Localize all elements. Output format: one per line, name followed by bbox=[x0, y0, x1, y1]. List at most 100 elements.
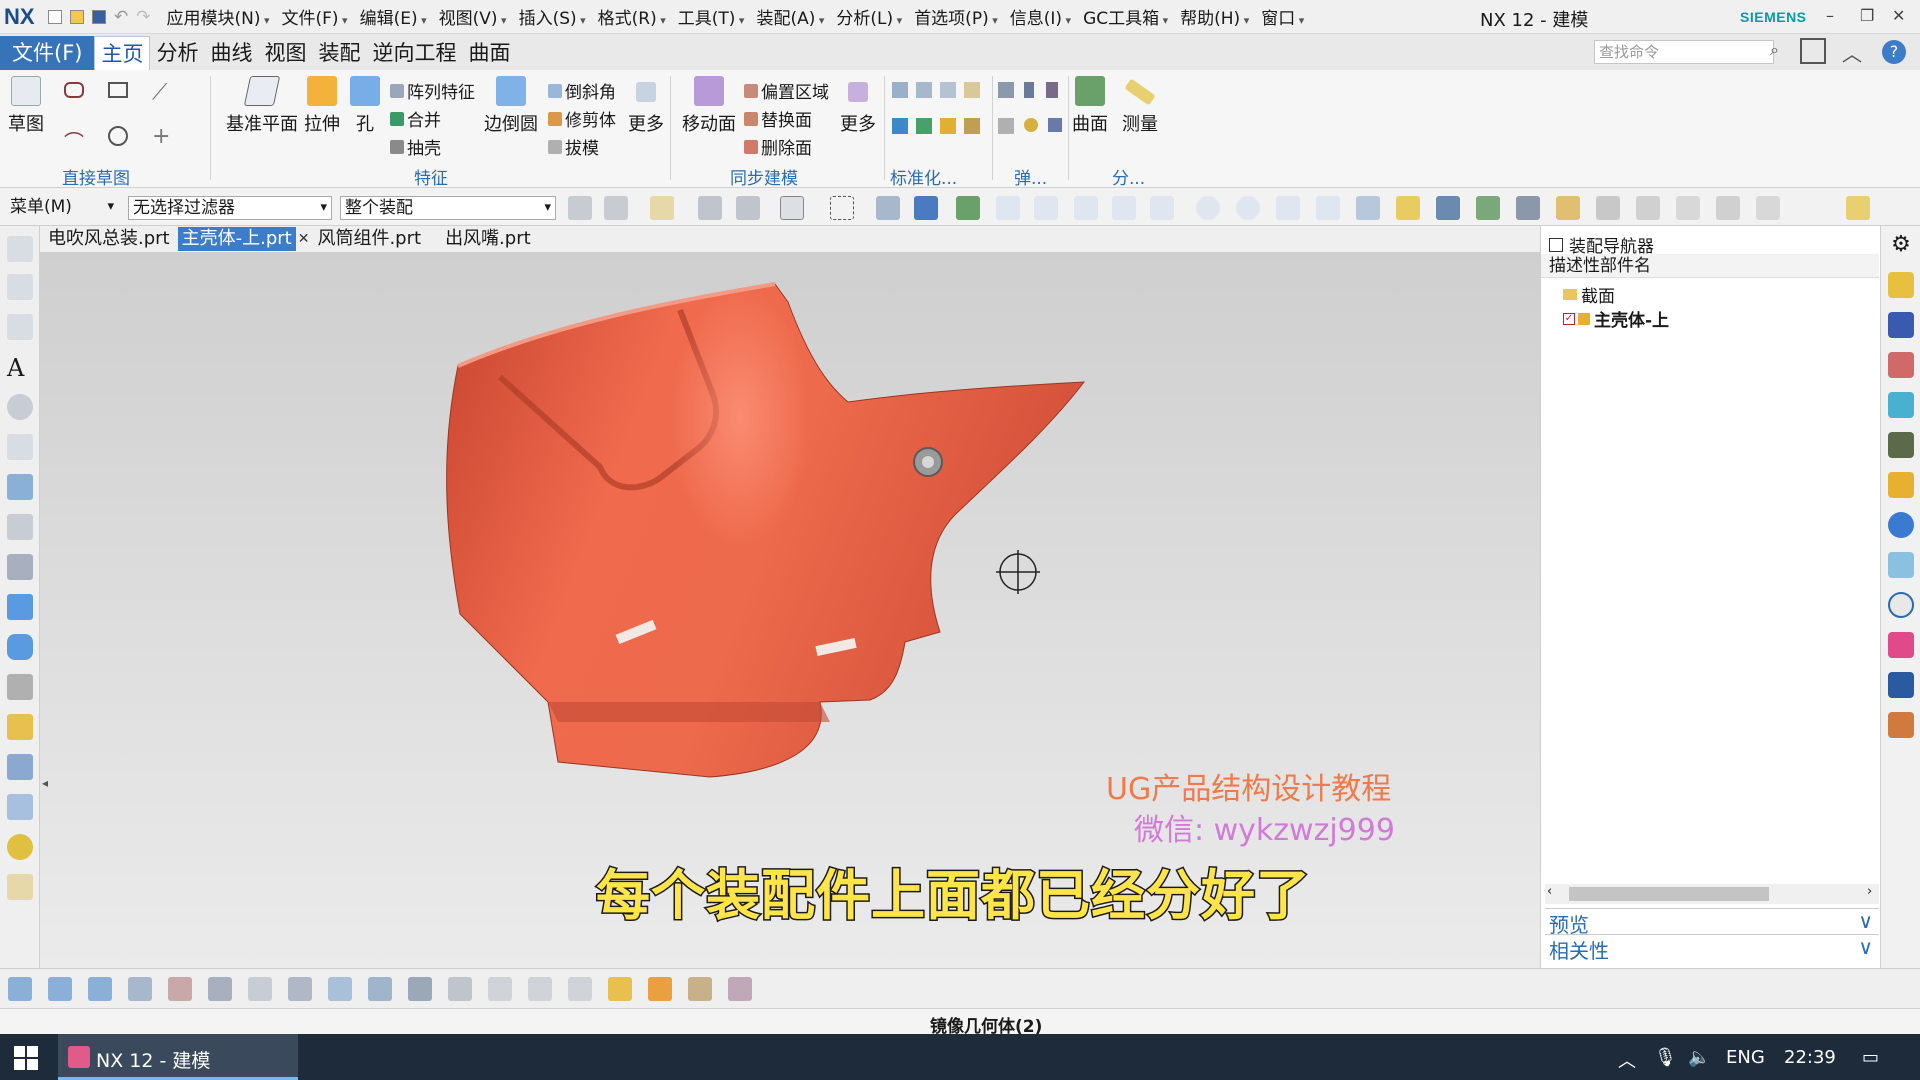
spline-icon[interactable] bbox=[7, 314, 33, 340]
doc-tab[interactable]: 电吹风总装.prt bbox=[44, 227, 174, 251]
menu-item-file[interactable]: 文件(F) bbox=[282, 4, 348, 29]
offset-region-button[interactable]: 偏置区域 bbox=[744, 78, 829, 103]
snap-existing-point-icon[interactable] bbox=[1276, 196, 1300, 220]
spring-icon[interactable] bbox=[1046, 82, 1058, 98]
standard-part-icon[interactable] bbox=[940, 118, 956, 134]
menu-item-applications[interactable]: 应用模块(N) bbox=[167, 4, 270, 29]
snap-quadrant-icon[interactable] bbox=[1236, 196, 1260, 220]
tree-node-section[interactable]: 截面 bbox=[1563, 282, 1615, 307]
tool-icon[interactable] bbox=[1636, 196, 1660, 220]
surface-tool-icon[interactable] bbox=[568, 977, 592, 1001]
surface-tool-icon[interactable] bbox=[248, 977, 272, 1001]
layers-icon[interactable] bbox=[1888, 472, 1914, 498]
tab-assembly[interactable]: 装配 bbox=[312, 36, 366, 70]
clock-icon[interactable] bbox=[1888, 592, 1914, 618]
constraint-navigator-icon[interactable] bbox=[1888, 312, 1914, 338]
helix-icon[interactable] bbox=[7, 394, 33, 420]
menu-item-gc-toolbox[interactable]: GC工具箱 bbox=[1083, 4, 1168, 29]
undo-icon[interactable]: ↶ bbox=[114, 7, 128, 27]
collapse-ribbon-icon[interactable]: ︿ bbox=[1842, 38, 1862, 67]
roles-icon[interactable] bbox=[1888, 712, 1914, 738]
snap-icon[interactable] bbox=[650, 196, 674, 220]
column-header[interactable]: 描述性部件名 bbox=[1541, 254, 1879, 278]
line-icon[interactable] bbox=[7, 236, 33, 262]
preview-section[interactable]: 预览 ∨ bbox=[1545, 908, 1879, 937]
tab-view[interactable]: 视图 bbox=[258, 36, 312, 70]
snap-intersection-icon[interactable] bbox=[1112, 196, 1136, 220]
clock-time[interactable]: 22:39 bbox=[1784, 1047, 1836, 1068]
tool-icon[interactable] bbox=[1716, 196, 1740, 220]
delete-face-button[interactable]: 删除面 bbox=[744, 134, 812, 159]
select-icon[interactable] bbox=[568, 196, 592, 220]
restore-icon[interactable]: ❐ bbox=[1860, 6, 1874, 25]
web-browser-icon[interactable] bbox=[1888, 552, 1914, 578]
standard-part-icon[interactable] bbox=[964, 118, 980, 134]
open-folder-icon[interactable] bbox=[70, 9, 84, 24]
scrollbar-thumb[interactable] bbox=[1569, 887, 1769, 901]
box-select-icon[interactable] bbox=[780, 196, 804, 220]
surface-tool-icon[interactable] bbox=[648, 977, 672, 1001]
snap-control-icon[interactable] bbox=[1074, 196, 1098, 220]
menu-item-help[interactable]: 帮助(H) bbox=[1180, 4, 1249, 29]
standard-part-icon[interactable] bbox=[892, 82, 908, 98]
redo-icon[interactable]: ↷ bbox=[136, 7, 150, 27]
menu-item-assembly[interactable]: 装配(A) bbox=[756, 4, 824, 29]
view-cube-icon[interactable] bbox=[914, 196, 938, 220]
standard-part-icon[interactable] bbox=[940, 82, 956, 98]
cylinder-icon[interactable] bbox=[7, 634, 33, 660]
curve-icon[interactable] bbox=[7, 434, 33, 460]
text-icon[interactable]: A bbox=[7, 354, 33, 382]
rectangle-select-icon[interactable] bbox=[830, 196, 854, 220]
menu-item-format[interactable]: 格式(R) bbox=[598, 4, 666, 29]
doc-tab[interactable]: 出风嘴.prt bbox=[441, 227, 535, 251]
tool-icon[interactable] bbox=[1596, 196, 1620, 220]
assembly-navigator-icon[interactable] bbox=[1888, 272, 1914, 298]
select-icon[interactable] bbox=[604, 196, 628, 220]
palette-icon[interactable] bbox=[1888, 632, 1914, 658]
help-icon[interactable]: ? bbox=[1882, 40, 1906, 64]
collapse-arrow-icon[interactable]: ◂ bbox=[42, 776, 48, 790]
tab-reverse-engineering[interactable]: 逆向工程 bbox=[366, 36, 462, 70]
scroll-left-icon[interactable]: ‹ bbox=[1547, 884, 1552, 899]
relevance-section[interactable]: 相关性 ∨ bbox=[1545, 934, 1879, 963]
spring-icon[interactable] bbox=[1024, 118, 1038, 132]
microphone-icon[interactable]: 🎙 bbox=[1654, 1047, 1677, 1068]
surface-tool-icon[interactable] bbox=[208, 977, 232, 1001]
tray-expand-icon[interactable]: ︿ bbox=[1618, 1047, 1636, 1073]
surface-tool-icon[interactable] bbox=[528, 977, 552, 1001]
profile-icon[interactable] bbox=[64, 82, 84, 98]
standard-part-icon[interactable] bbox=[892, 118, 908, 134]
snap-arc-center-icon[interactable] bbox=[1196, 196, 1220, 220]
surface-tool-icon[interactable] bbox=[408, 977, 432, 1001]
spring-icon[interactable] bbox=[1048, 118, 1062, 132]
view-cube-icon[interactable] bbox=[876, 196, 900, 220]
menu-item-window[interactable]: 窗口 bbox=[1261, 4, 1304, 29]
tab-surface[interactable]: 曲面 bbox=[462, 36, 516, 70]
unite-button[interactable]: 合并 bbox=[390, 106, 441, 131]
surface-icon[interactable] bbox=[7, 474, 33, 500]
hole-button[interactable]: 孔 bbox=[350, 76, 380, 136]
menu-item-view[interactable]: 视图(V) bbox=[439, 4, 507, 29]
surface-tool-icon[interactable] bbox=[48, 977, 72, 1001]
standard-part-icon[interactable] bbox=[916, 82, 932, 98]
horizontal-scrollbar[interactable]: ‹ › bbox=[1545, 884, 1879, 904]
tool-icon[interactable] bbox=[1888, 672, 1914, 698]
main-menu-button[interactable]: 菜单(M) bbox=[6, 196, 118, 220]
select-icon[interactable] bbox=[736, 196, 760, 220]
menu-item-tools[interactable]: 工具(T) bbox=[678, 4, 745, 29]
snap-endpoint-icon[interactable] bbox=[996, 196, 1020, 220]
surface-tool-icon[interactable] bbox=[88, 977, 112, 1001]
surface-tool-icon[interactable] bbox=[328, 977, 352, 1001]
standard-part-icon[interactable] bbox=[916, 118, 932, 134]
spring-icon[interactable] bbox=[998, 118, 1014, 134]
close-tab-icon[interactable]: ✕ bbox=[298, 231, 310, 247]
draft-button[interactable]: 拔模 bbox=[548, 134, 599, 159]
arc-icon[interactable]: ⌒ bbox=[64, 126, 84, 155]
more-features-button[interactable]: 更多 bbox=[628, 76, 664, 136]
view-icon[interactable] bbox=[1436, 196, 1460, 220]
shell-button[interactable]: 抽壳 bbox=[390, 134, 441, 159]
tree-node-part[interactable]: ✓ 主壳体-上 bbox=[1563, 306, 1669, 331]
block-icon[interactable] bbox=[7, 594, 33, 620]
menu-item-analysis[interactable]: 分析(L) bbox=[836, 4, 902, 29]
snap-midpoint-icon[interactable] bbox=[1034, 196, 1058, 220]
